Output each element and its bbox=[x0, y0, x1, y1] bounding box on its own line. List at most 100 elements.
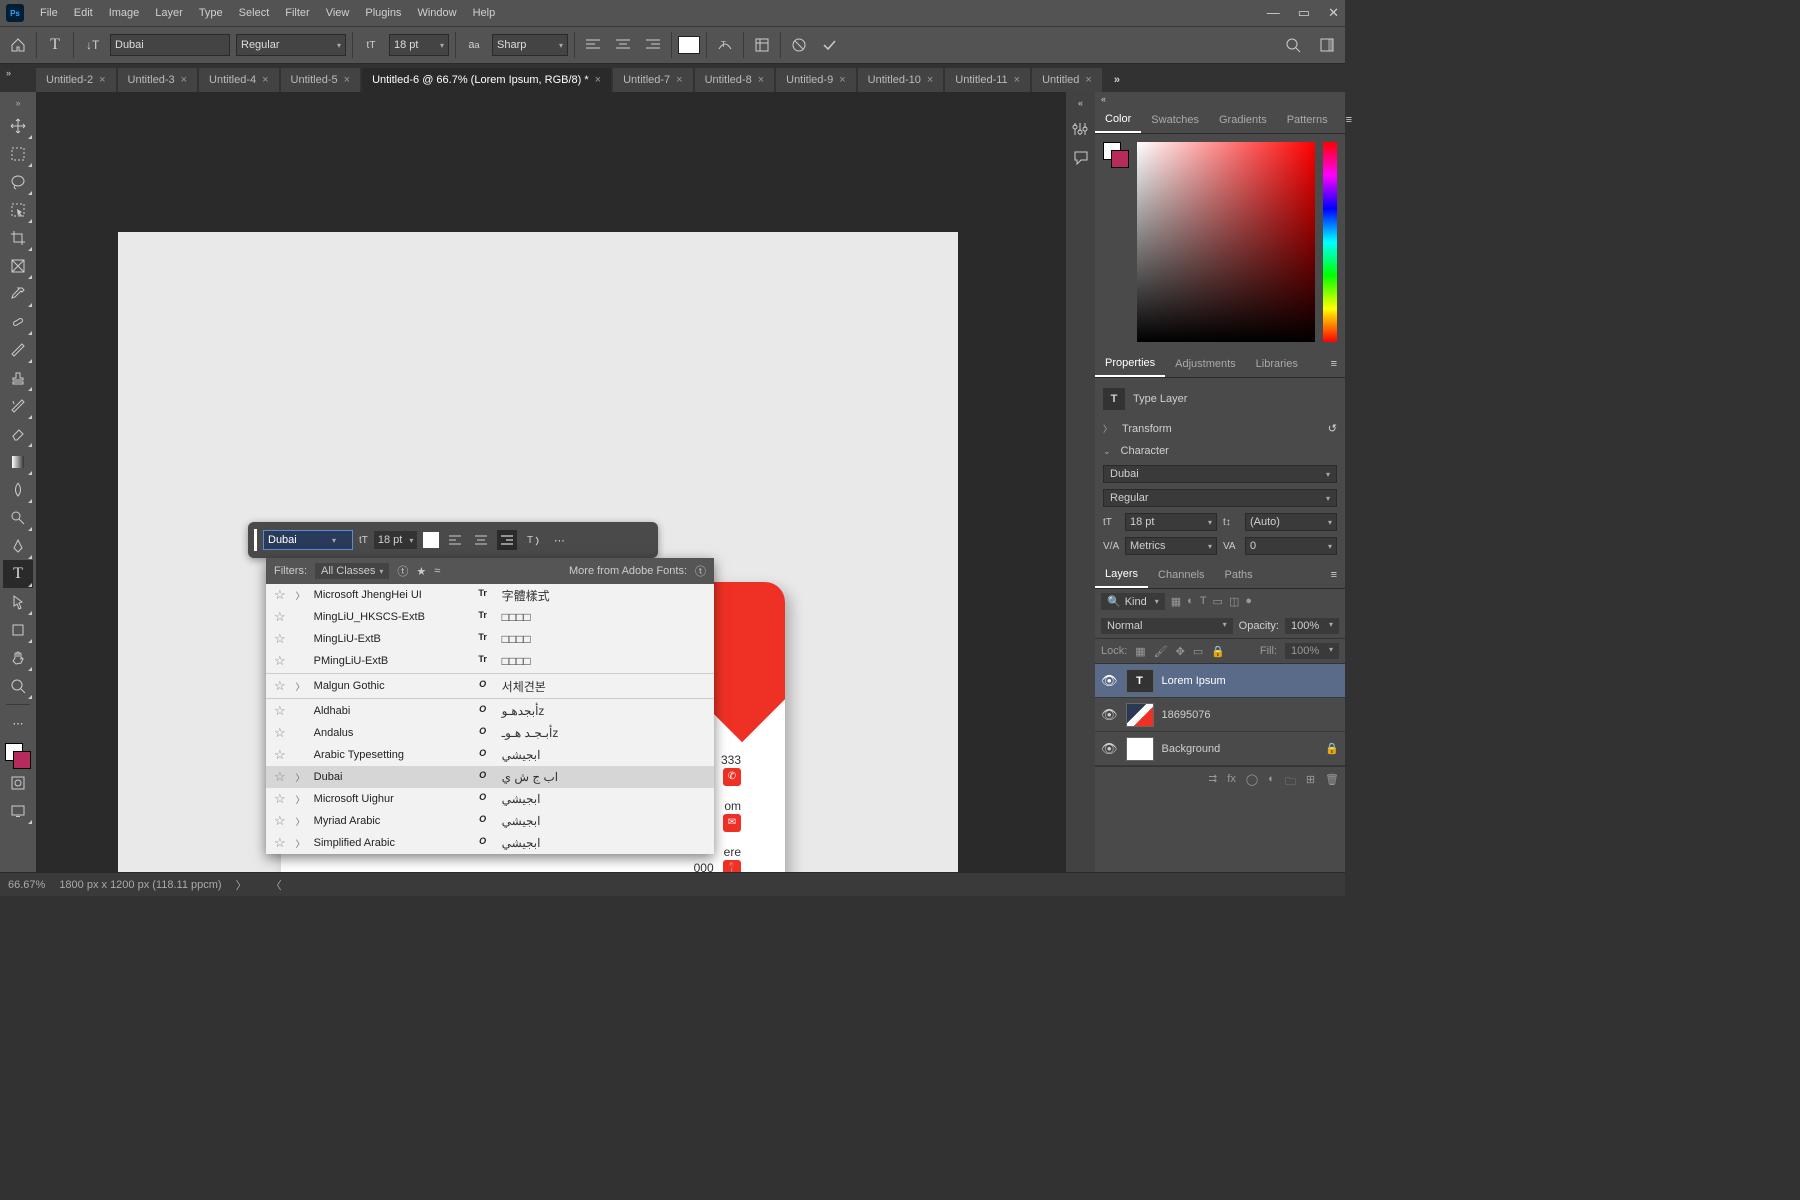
tab-close-icon[interactable]: × bbox=[262, 74, 268, 86]
font-row[interactable]: ☆〉Simplified ArabicOابجيشي bbox=[266, 832, 714, 854]
minimize-button[interactable]: — bbox=[1267, 5, 1280, 21]
color-panel-menu[interactable]: ≡ bbox=[1338, 114, 1360, 126]
ctx-font-family[interactable]: ▾ bbox=[263, 530, 353, 550]
tab-gradients[interactable]: Gradients bbox=[1209, 108, 1277, 132]
favorite-star-icon[interactable]: ☆ bbox=[274, 609, 286, 625]
filter-type-icon[interactable]: T bbox=[1200, 595, 1207, 608]
document-tab[interactable]: Untitled-10× bbox=[858, 68, 944, 92]
favorite-star-icon[interactable]: ☆ bbox=[274, 653, 286, 669]
close-button[interactable]: ✕ bbox=[1328, 5, 1339, 21]
brush-tool[interactable] bbox=[3, 336, 33, 364]
lock-pixels-icon[interactable]: 🖌 bbox=[1154, 645, 1168, 658]
delete-layer-icon[interactable]: 🗑 bbox=[1325, 773, 1339, 792]
font-row[interactable]: ☆〉Microsoft JhengHei UITr字體樣式 bbox=[266, 584, 714, 606]
filter-shape-icon[interactable]: ▭ bbox=[1213, 595, 1223, 608]
cancel-button[interactable] bbox=[787, 33, 811, 57]
properties-panel-menu[interactable]: ≡ bbox=[1323, 358, 1345, 370]
layer-item[interactable]: 👁TLorem Ipsum bbox=[1095, 664, 1345, 698]
text-orientation-button[interactable]: ↓T bbox=[80, 33, 104, 57]
font-row[interactable]: ☆AldhabiOأبجدهـوz bbox=[266, 700, 714, 722]
filter-smart-icon[interactable]: ◫ bbox=[1229, 595, 1239, 608]
commit-button[interactable] bbox=[817, 33, 841, 57]
marquee-tool[interactable] bbox=[3, 140, 33, 168]
tab-patterns[interactable]: Patterns bbox=[1277, 108, 1338, 132]
font-row[interactable]: ☆AndalusOأبـجـد هـوـz bbox=[266, 722, 714, 744]
tab-color[interactable]: Color bbox=[1095, 107, 1141, 133]
favorite-star-icon[interactable]: ☆ bbox=[274, 631, 286, 647]
font-row[interactable]: ☆MingLiU_HKSCS-ExtBTr□□□□ bbox=[266, 606, 714, 628]
layer-style-icon[interactable]: fx bbox=[1227, 773, 1236, 792]
font-style-select[interactable]: Regular▾ bbox=[236, 34, 346, 56]
gradient-tool[interactable] bbox=[3, 448, 33, 476]
ctx-color-swatch[interactable] bbox=[423, 532, 439, 548]
visibility-icon[interactable]: 👁 bbox=[1101, 707, 1118, 723]
new-layer-icon[interactable]: ⊞ bbox=[1306, 773, 1315, 792]
ctx-align-center[interactable] bbox=[471, 530, 491, 550]
zoom-level[interactable]: 66.67% bbox=[8, 879, 45, 891]
favorite-star-icon[interactable]: ☆ bbox=[274, 835, 286, 851]
search-button[interactable] bbox=[1281, 33, 1305, 57]
font-row[interactable]: ☆〉Malgun GothicO서체견본 bbox=[266, 675, 714, 697]
align-right-button[interactable] bbox=[641, 33, 665, 57]
ctx-align-left[interactable] bbox=[445, 530, 465, 550]
tab-expand-icon[interactable]: » bbox=[6, 68, 11, 78]
transform-section[interactable]: 〉Transform↺ bbox=[1103, 420, 1337, 437]
eyedropper-tool[interactable] bbox=[3, 280, 33, 308]
favorite-star-icon[interactable]: ☆ bbox=[274, 678, 286, 694]
pen-tool[interactable] bbox=[3, 532, 33, 560]
font-row[interactable]: ☆PMingLiU-ExtBTr□□□□ bbox=[266, 650, 714, 672]
menu-file[interactable]: File bbox=[32, 3, 66, 23]
drag-handle-icon[interactable] bbox=[254, 529, 257, 551]
layer-item[interactable]: 👁18695076 bbox=[1095, 698, 1345, 732]
filter-pixel-icon[interactable]: ▦ bbox=[1171, 595, 1181, 608]
menu-select[interactable]: Select bbox=[231, 3, 278, 23]
document-dimensions[interactable]: 1800 px x 1200 px (118.11 ppcm) bbox=[59, 879, 221, 891]
fg-bg-swatch[interactable] bbox=[1103, 142, 1129, 168]
object-selection-tool[interactable] bbox=[3, 196, 33, 224]
menu-layer[interactable]: Layer bbox=[147, 3, 191, 23]
visibility-icon[interactable]: 👁 bbox=[1101, 673, 1118, 689]
quick-mask-button[interactable] bbox=[3, 769, 33, 797]
tab-adjustments[interactable]: Adjustments bbox=[1165, 352, 1246, 376]
blur-tool[interactable] bbox=[3, 476, 33, 504]
warp-text-button[interactable]: T bbox=[713, 33, 737, 57]
lock-position-icon[interactable]: ✥ bbox=[1176, 645, 1185, 658]
favorite-filter-icon[interactable]: ★ bbox=[416, 565, 426, 578]
tab-close-icon[interactable]: × bbox=[758, 74, 764, 86]
type-tool[interactable]: T bbox=[3, 560, 33, 588]
tab-close-icon[interactable]: × bbox=[181, 74, 187, 86]
zoom-tool[interactable] bbox=[3, 672, 33, 700]
document-tab[interactable]: Untitled-11× bbox=[945, 68, 1030, 92]
link-layers-icon[interactable]: ⮆ bbox=[1208, 773, 1217, 792]
healing-tool[interactable] bbox=[3, 308, 33, 336]
comments-panel-icon[interactable] bbox=[1073, 150, 1089, 166]
lasso-tool[interactable] bbox=[3, 168, 33, 196]
home-button[interactable] bbox=[6, 33, 30, 57]
font-row[interactable]: ☆〉Myriad ArabicOابجيشي bbox=[266, 810, 714, 832]
tab-paths[interactable]: Paths bbox=[1215, 563, 1263, 587]
fg-bg-colors[interactable] bbox=[5, 743, 31, 769]
favorite-star-icon[interactable]: ☆ bbox=[274, 791, 286, 807]
tab-properties[interactable]: Properties bbox=[1095, 351, 1165, 377]
document-tab[interactable]: Untitled-4× bbox=[199, 68, 279, 92]
favorite-star-icon[interactable]: ☆ bbox=[274, 813, 286, 829]
rectangle-tool[interactable] bbox=[3, 616, 33, 644]
filter-adjustment-icon[interactable]: ◐ bbox=[1187, 595, 1194, 608]
text-color-swatch[interactable] bbox=[678, 36, 700, 54]
tab-overflow-button[interactable]: » bbox=[1104, 68, 1130, 92]
tab-channels[interactable]: Channels bbox=[1148, 563, 1214, 587]
menu-window[interactable]: Window bbox=[409, 3, 464, 23]
anti-alias-select[interactable]: Sharp▾ bbox=[492, 34, 568, 56]
adjustment-layer-icon[interactable]: ◐ bbox=[1268, 773, 1275, 792]
tab-close-icon[interactable]: × bbox=[344, 74, 350, 86]
document-tab[interactable]: Untitled-6 @ 66.7% (Lorem Ipsum, RGB/8) … bbox=[362, 68, 611, 92]
color-spectrum[interactable] bbox=[1137, 142, 1315, 342]
tab-libraries[interactable]: Libraries bbox=[1246, 352, 1308, 376]
font-row[interactable]: ☆〉Microsoft UighurOابجيشي bbox=[266, 788, 714, 810]
dodge-tool[interactable] bbox=[3, 504, 33, 532]
menu-view[interactable]: View bbox=[318, 3, 358, 23]
document-tab[interactable]: Untitled-7× bbox=[613, 68, 693, 92]
typekit-icon[interactable]: ⓣ bbox=[397, 563, 408, 579]
font-row[interactable]: ☆MingLiU-ExtBTr□□□□ bbox=[266, 628, 714, 650]
document-tab[interactable]: Untitled-2× bbox=[36, 68, 116, 92]
